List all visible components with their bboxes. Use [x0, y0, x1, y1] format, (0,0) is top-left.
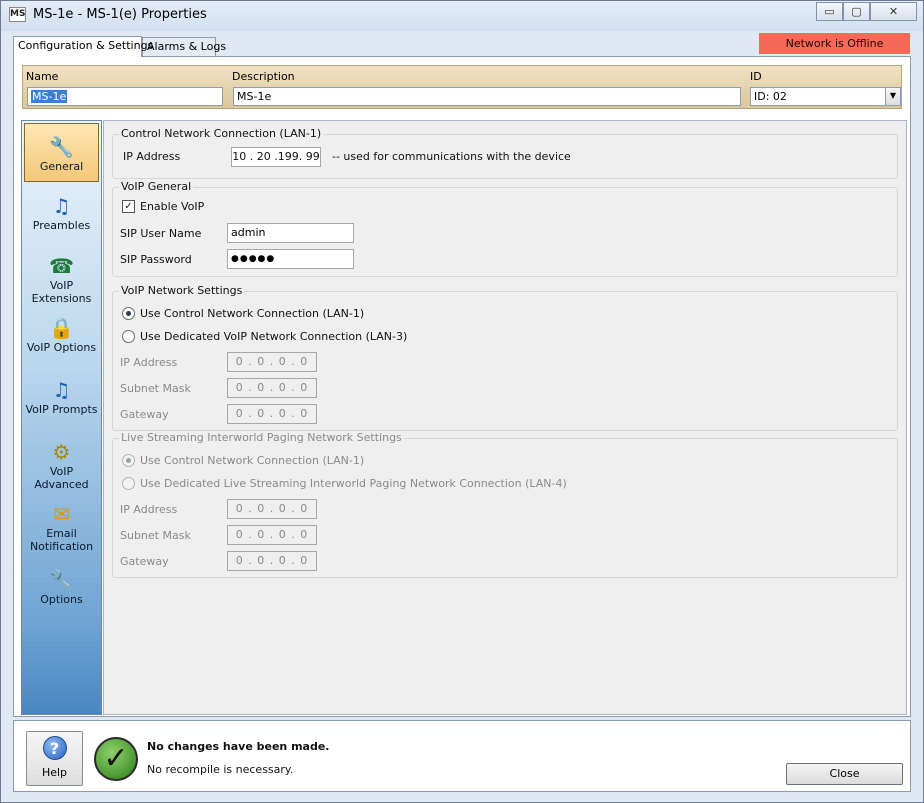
name-field[interactable]: MS-1e: [27, 87, 223, 106]
group-title: VoIP Network Settings: [119, 284, 245, 297]
status-title: No changes have been made.: [147, 740, 330, 753]
live-use-control-label: Use Control Network Connection (LAN-1): [140, 454, 365, 467]
voip-ip-input[interactable]: 0 . 0 . 0 . 0: [227, 352, 317, 372]
close-window-button[interactable]: ✕: [870, 2, 917, 21]
lock-icon: 🔒: [49, 316, 74, 340]
group-title: Control Network Connection (LAN-1): [119, 127, 324, 140]
wrench-icon: 🔧: [49, 568, 74, 592]
sip-user-label: SIP User Name: [120, 227, 202, 240]
chevron-down-icon[interactable]: ▼: [885, 88, 900, 105]
group-title: Live Streaming Interworld Paging Network…: [119, 431, 404, 444]
sidebar-item-label: VoIP Prompts: [25, 403, 98, 416]
sidebar-item-voip-prompts[interactable]: ♫ VoIP Prompts: [24, 379, 99, 435]
sidebar-item-options[interactable]: 🔧 Options: [24, 569, 99, 613]
voip-use-control-radio[interactable]: [122, 307, 135, 320]
voip-gateway-label: Gateway: [120, 408, 169, 421]
close-button[interactable]: Close: [786, 763, 903, 785]
voip-general-group: VoIP General ✓ Enable VoIP SIP User Name…: [112, 180, 898, 277]
live-streaming-group: Live Streaming Interworld Paging Network…: [112, 431, 898, 578]
voip-network-group: VoIP Network Settings Use Control Networ…: [112, 284, 898, 431]
control-network-group: Control Network Connection (LAN-1) IP Ad…: [112, 127, 898, 179]
name-value: MS-1e: [31, 90, 68, 103]
control-ip-input[interactable]: 10 . 20 .199. 99: [231, 147, 321, 167]
help-button[interactable]: ? Help: [26, 731, 83, 786]
live-subnet-label: Subnet Mask: [120, 529, 191, 542]
voip-use-dedicated-label: Use Dedicated VoIP Network Connection (L…: [140, 330, 408, 343]
sidebar-item-voip-options[interactable]: 🔒 VoIP Options: [24, 317, 99, 373]
device-header: Name MS-1e Description MS-1e ID ID: 02 ▼: [22, 65, 902, 109]
sidebar-item-email-notification[interactable]: ✉ Email Notification: [24, 503, 99, 559]
sidebar-item-label: VoIP Options: [26, 341, 97, 354]
configuration-panel: Name MS-1e Description MS-1e ID ID: 02 ▼…: [13, 56, 911, 717]
title-bar: MS MS-1e - MS-1(e) Properties ▭ ▢ ✕: [1, 1, 923, 31]
voip-use-dedicated-radio[interactable]: [122, 330, 135, 343]
tab-alarms-logs[interactable]: Alarms & Logs: [142, 37, 226, 57]
ip-address-label: IP Address: [123, 150, 181, 163]
checkmark-icon: ✓: [94, 737, 138, 781]
live-use-dedicated-radio[interactable]: [122, 477, 135, 490]
live-use-dedicated-label: Use Dedicated Live Streaming Interworld …: [140, 477, 567, 490]
live-gateway-label: Gateway: [120, 555, 169, 568]
network-status-badge: Network is Offline: [759, 33, 910, 54]
envelope-icon: ✉: [53, 502, 70, 526]
live-subnet-input[interactable]: 0 . 0 . 0 . 0: [227, 525, 317, 545]
description-field[interactable]: MS-1e: [233, 87, 741, 106]
window-title: MS-1e - MS-1(e) Properties: [33, 7, 207, 22]
wrench-icon: 🔧: [49, 135, 74, 159]
id-label: ID: [750, 70, 762, 83]
sip-password-input[interactable]: ●●●●●: [227, 249, 354, 269]
live-ip-label: IP Address: [120, 503, 178, 516]
ip-note: -- used for communications with the devi…: [332, 150, 571, 163]
status-detail: No recompile is necessary.: [147, 763, 294, 776]
help-icon: ?: [42, 736, 67, 760]
footer-bar: ? Help ✓ No changes have been made. No r…: [13, 720, 911, 792]
voip-use-control-label: Use Control Network Connection (LAN-1): [140, 307, 365, 320]
settings-content: Control Network Connection (LAN-1) IP Ad…: [103, 120, 907, 715]
sidebar-item-label: Email Notification: [29, 527, 94, 553]
voip-ip-label: IP Address: [120, 356, 178, 369]
properties-window: MS MS-1e - MS-1(e) Properties ▭ ▢ ✕ Conf…: [0, 0, 924, 803]
voip-subnet-label: Subnet Mask: [120, 382, 191, 395]
sip-password-label: SIP Password: [120, 253, 192, 266]
enable-voip-label: Enable VoIP: [140, 200, 205, 213]
music-note-icon: ♫: [52, 194, 71, 218]
phone-globe-icon: ☎: [49, 254, 74, 278]
app-logo-icon: MS: [9, 7, 26, 22]
id-value: ID: 02: [754, 90, 787, 103]
enable-voip-checkbox[interactable]: ✓: [122, 200, 135, 213]
minimize-button[interactable]: ▭: [816, 2, 843, 21]
sidebar-item-general[interactable]: 🔧 General: [24, 123, 99, 182]
live-ip-input[interactable]: 0 . 0 . 0 . 0: [227, 499, 317, 519]
sidebar-item-label: Options: [40, 593, 83, 606]
name-label: Name: [26, 70, 59, 83]
sidebar-item-preambles[interactable]: ♫ Preambles: [24, 195, 99, 243]
live-use-control-radio[interactable]: [122, 454, 135, 467]
sidebar-item-voip-advanced[interactable]: ⚙ VoIP Advanced: [24, 441, 99, 497]
group-title: VoIP General: [119, 180, 194, 193]
id-select[interactable]: ID: 02 ▼: [750, 87, 901, 106]
voip-gateway-input[interactable]: 0 . 0 . 0 . 0: [227, 404, 317, 424]
help-label: Help: [41, 766, 68, 779]
live-gateway-input[interactable]: 0 . 0 . 0 . 0: [227, 551, 317, 571]
sidebar-item-label: General: [39, 160, 84, 173]
maximize-button[interactable]: ▢: [843, 2, 870, 21]
music-note-icon: ♫: [52, 378, 71, 402]
sip-user-input[interactable]: admin: [227, 223, 354, 243]
sidebar-item-label: Preambles: [32, 219, 91, 232]
voip-subnet-input[interactable]: 0 . 0 . 0 . 0: [227, 378, 317, 398]
description-label: Description: [232, 70, 295, 83]
tab-configuration-settings[interactable]: Configuration & Settings: [13, 36, 153, 57]
sidebar-item-voip-extensions[interactable]: ☎ VoIP Extensions: [24, 255, 99, 311]
sidebar-item-label: VoIP Extensions: [31, 279, 92, 305]
category-sidebar: 🔧 General ♫ Preambles ☎ VoIP Extensions …: [21, 120, 102, 715]
sidebar-item-label: VoIP Advanced: [34, 465, 89, 491]
gear-icon: ⚙: [52, 440, 71, 464]
